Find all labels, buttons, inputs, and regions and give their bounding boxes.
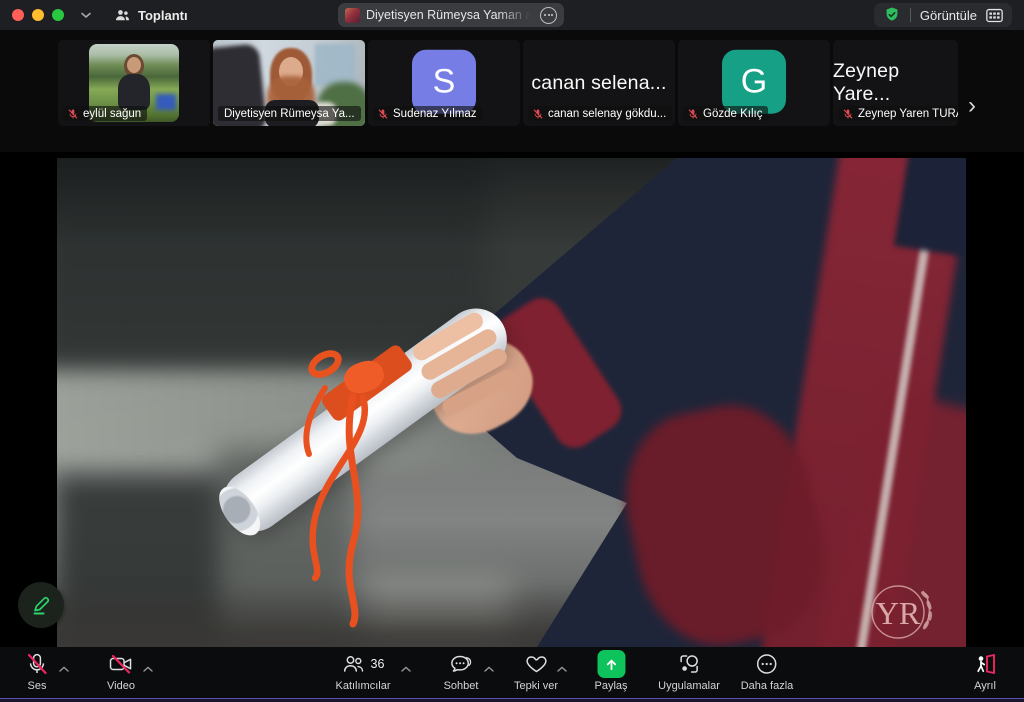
fullscreen-button[interactable] xyxy=(52,9,64,21)
video-label: Video xyxy=(107,680,135,692)
chat-label: Sohbet xyxy=(444,680,479,692)
mic-muted-icon xyxy=(25,652,49,676)
audio-options-chevron[interactable] xyxy=(59,660,69,675)
mic-muted-icon xyxy=(842,108,854,120)
participants-options-chevron[interactable] xyxy=(401,660,411,675)
meeting-toolbar: Ses Video xyxy=(0,647,1024,698)
meeting-menu[interactable]: Toplantı xyxy=(114,8,188,23)
participant-tile-rumeysa-active[interactable]: Diyetisyen Rümeysa Ya... xyxy=(213,40,365,126)
leave-button[interactable]: Ayrıl xyxy=(972,651,998,692)
mic-muted-icon xyxy=(377,108,389,120)
main-stage: YR xyxy=(0,152,1024,647)
filmstrip-next-chevron[interactable]: › xyxy=(960,92,984,120)
participant-name: canan selenay gökdu... xyxy=(548,108,666,120)
watermark-monogram: YR xyxy=(876,595,921,631)
mic-muted-icon xyxy=(687,108,699,120)
apps-label: Uygulamalar xyxy=(658,680,720,692)
audio-label: Ses xyxy=(28,680,47,692)
view-grid-icon[interactable] xyxy=(986,8,1003,23)
more-label: Daha fazla xyxy=(741,680,794,692)
tab-more-icon[interactable] xyxy=(540,7,557,24)
participant-name: Sudenaz Yılmaz xyxy=(393,108,477,120)
participant-tile-zeynep[interactable]: Zeynep Yare... Zeynep Yaren TURAN xyxy=(833,40,958,126)
more-button[interactable]: Daha fazla xyxy=(741,651,794,692)
avatar-initial: S xyxy=(412,50,476,114)
react-button[interactable]: Tepki ver xyxy=(514,651,558,692)
react-options-chevron[interactable] xyxy=(557,660,567,675)
camera-muted-icon xyxy=(108,652,134,676)
participant-name-tag: Diyetisyen Rümeysa Ya... xyxy=(218,106,361,121)
shared-screen-tab[interactable]: Diyetisyen Rümeysa Yaman a xyxy=(338,3,564,27)
participant-name-tag: eylül sağun xyxy=(63,106,147,121)
participant-tile-sudenaz[interactable]: S Sudenaz Yılmaz xyxy=(368,40,520,126)
close-button[interactable] xyxy=(12,9,24,21)
more-ellipsis-icon xyxy=(755,652,779,676)
apps-icon xyxy=(677,652,701,676)
participant-name: Diyetisyen Rümeysa Ya... xyxy=(224,108,355,120)
participant-name-tag: canan selenay gökdu... xyxy=(528,106,672,121)
chat-button[interactable]: Sohbet xyxy=(444,651,479,692)
participant-name-tag: Sudenaz Yılmaz xyxy=(373,106,483,121)
participant-name-tag: Zeynep Yaren TURAN xyxy=(838,106,958,121)
participant-name: Gözde Kılıç xyxy=(703,108,762,120)
participant-name-tag: Gözde Kılıç xyxy=(683,106,768,121)
meeting-menu-label: Toplantı xyxy=(138,8,188,23)
divider xyxy=(910,8,911,22)
participants-icon xyxy=(342,652,366,676)
ribbon-tails xyxy=(57,158,966,647)
screen-edge-strip xyxy=(0,698,1024,702)
view-button-label[interactable]: Görüntüle xyxy=(920,8,977,23)
leave-meeting-icon xyxy=(972,652,998,676)
participants-icon xyxy=(114,8,131,23)
heart-icon xyxy=(524,652,549,676)
window-chevron-down-icon[interactable] xyxy=(80,11,92,19)
chat-options-chevron[interactable] xyxy=(484,660,494,675)
apps-button[interactable]: Uygulamalar xyxy=(658,651,720,692)
video-options-chevron[interactable] xyxy=(143,660,153,675)
titlebar: Toplantı Diyetisyen Rümeysa Yaman a Görü… xyxy=(0,0,1024,30)
participant-name: Zeynep Yaren TURAN xyxy=(858,108,958,120)
participant-tile-eylul-sagun[interactable]: eylül sağun xyxy=(58,40,210,126)
chat-icon xyxy=(449,652,474,676)
security-shield-icon[interactable] xyxy=(883,6,901,24)
participants-button[interactable]: 36 Katılımcılar xyxy=(335,651,390,692)
audio-button[interactable]: Ses xyxy=(25,651,49,692)
tab-avatar xyxy=(345,8,360,23)
share-screen-button[interactable]: Paylaş xyxy=(594,651,627,692)
participant-tile-canan[interactable]: canan selena... canan selenay gökdu... xyxy=(523,40,675,126)
avatar-initial: G xyxy=(722,50,786,114)
share-screen-icon xyxy=(597,650,625,678)
leave-label: Ayrıl xyxy=(974,680,996,692)
minimize-button[interactable] xyxy=(32,9,44,21)
zoom-meeting-window: Toplantı Diyetisyen Rümeysa Yaman a Görü… xyxy=(0,0,1024,702)
share-label: Paylaş xyxy=(594,680,627,692)
tab-title: Diyetisyen Rümeysa Yaman a xyxy=(366,8,534,22)
react-label: Tepki ver xyxy=(514,680,558,692)
mic-muted-icon xyxy=(67,108,79,120)
mic-muted-icon xyxy=(532,108,544,120)
window-controls xyxy=(12,9,64,21)
participant-filmstrip: eylül sağun Diyetisyen Rümeysa Ya... S xyxy=(0,30,1024,152)
pencil-icon xyxy=(29,593,53,617)
video-button[interactable]: Video xyxy=(107,651,135,692)
participant-tile-gozde[interactable]: G Gözde Kılıç xyxy=(678,40,830,126)
participants-count: 36 xyxy=(371,657,385,671)
participant-name: eylül sağun xyxy=(83,108,141,120)
shared-screen-video: YR xyxy=(57,158,966,647)
participants-label: Katılımcılar xyxy=(335,680,390,692)
yr-watermark-logo: YR xyxy=(865,581,939,645)
titlebar-right: Görüntüle xyxy=(874,3,1012,27)
annotate-button[interactable] xyxy=(18,582,64,628)
